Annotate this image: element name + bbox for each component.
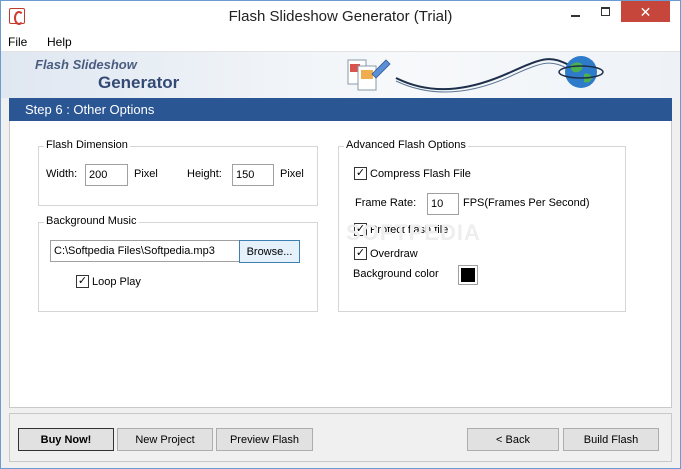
build-flash-button[interactable]: Build Flash	[563, 428, 659, 451]
buy-now-button[interactable]: Buy Now!	[18, 428, 114, 451]
check-icon: ✓	[355, 247, 366, 259]
overdraw-checkbox[interactable]: ✓	[354, 247, 367, 260]
menu-bar: File Help	[1, 32, 680, 52]
check-icon: ✓	[77, 275, 88, 287]
loop-play-checkbox[interactable]: ✓	[76, 275, 89, 288]
back-button[interactable]: < Back	[467, 428, 559, 451]
softpedia-watermark: SOFTPEDIA	[346, 220, 481, 245]
new-project-button[interactable]: New Project	[117, 428, 213, 451]
browse-button[interactable]: Browse...	[239, 240, 300, 263]
color-swatch-fill	[461, 268, 475, 282]
minimize-icon	[570, 14, 580, 17]
preview-flash-button[interactable]: Preview Flash	[216, 428, 313, 451]
bottom-button-bar: Buy Now! New Project Preview Flash < Bac…	[9, 413, 672, 462]
width-input[interactable]: 200	[85, 164, 128, 186]
width-label: Width:	[46, 168, 78, 180]
loop-play-label: Loop Play	[92, 276, 141, 288]
flash-dimension-label: Flash Dimension	[44, 139, 130, 151]
background-color-picker[interactable]	[458, 265, 478, 285]
app-window: Flash Slideshow Generator (Trial) ✕ File…	[0, 0, 681, 469]
banner-logo-icon	[347, 56, 604, 93]
frame-rate-input[interactable]: 10	[427, 193, 459, 215]
close-icon: ✕	[639, 3, 652, 20]
frame-rate-label: Frame Rate:	[355, 197, 417, 209]
background-music-label: Background Music	[44, 215, 139, 227]
overdraw-label: Overdraw	[370, 248, 418, 260]
compress-label: Compress Flash File	[370, 168, 471, 180]
menu-help[interactable]: Help	[47, 35, 72, 49]
advanced-options-label: Advanced Flash Options	[344, 139, 468, 151]
background-music-group: Background Music C:\Softpedia Files\Soft…	[38, 215, 318, 312]
flash-dimension-group: Flash Dimension Width: 200 Pixel Height:…	[38, 139, 318, 206]
frame-rate-unit-label: FPS(Frames Per Second)	[463, 197, 590, 209]
width-unit-label: Pixel	[134, 168, 158, 180]
height-unit-label: Pixel	[280, 168, 304, 180]
options-panel: Flash Dimension Width: 200 Pixel Height:…	[9, 121, 672, 408]
music-file-input[interactable]: C:\Softpedia Files\Softpedia.mp3	[50, 240, 240, 262]
app-banner: Flash Slideshow Generator	[1, 52, 680, 98]
title-bar: Flash Slideshow Generator (Trial) ✕	[1, 1, 680, 32]
height-label: Height:	[187, 168, 222, 180]
step-header: Step 6 : Other Options	[9, 98, 672, 121]
menu-file[interactable]: File	[8, 35, 27, 49]
close-button[interactable]: ✕	[621, 1, 670, 22]
background-color-label: Background color	[353, 268, 439, 280]
check-icon: ✓	[355, 167, 366, 179]
minimize-button[interactable]	[561, 1, 589, 22]
compress-checkbox[interactable]: ✓	[354, 167, 367, 180]
banner-title-line2: Generator	[98, 73, 180, 92]
height-input[interactable]: 150	[232, 164, 274, 186]
banner-title-line1: Flash Slideshow	[35, 57, 137, 72]
maximize-icon	[600, 7, 610, 16]
maximize-button[interactable]	[591, 1, 619, 22]
